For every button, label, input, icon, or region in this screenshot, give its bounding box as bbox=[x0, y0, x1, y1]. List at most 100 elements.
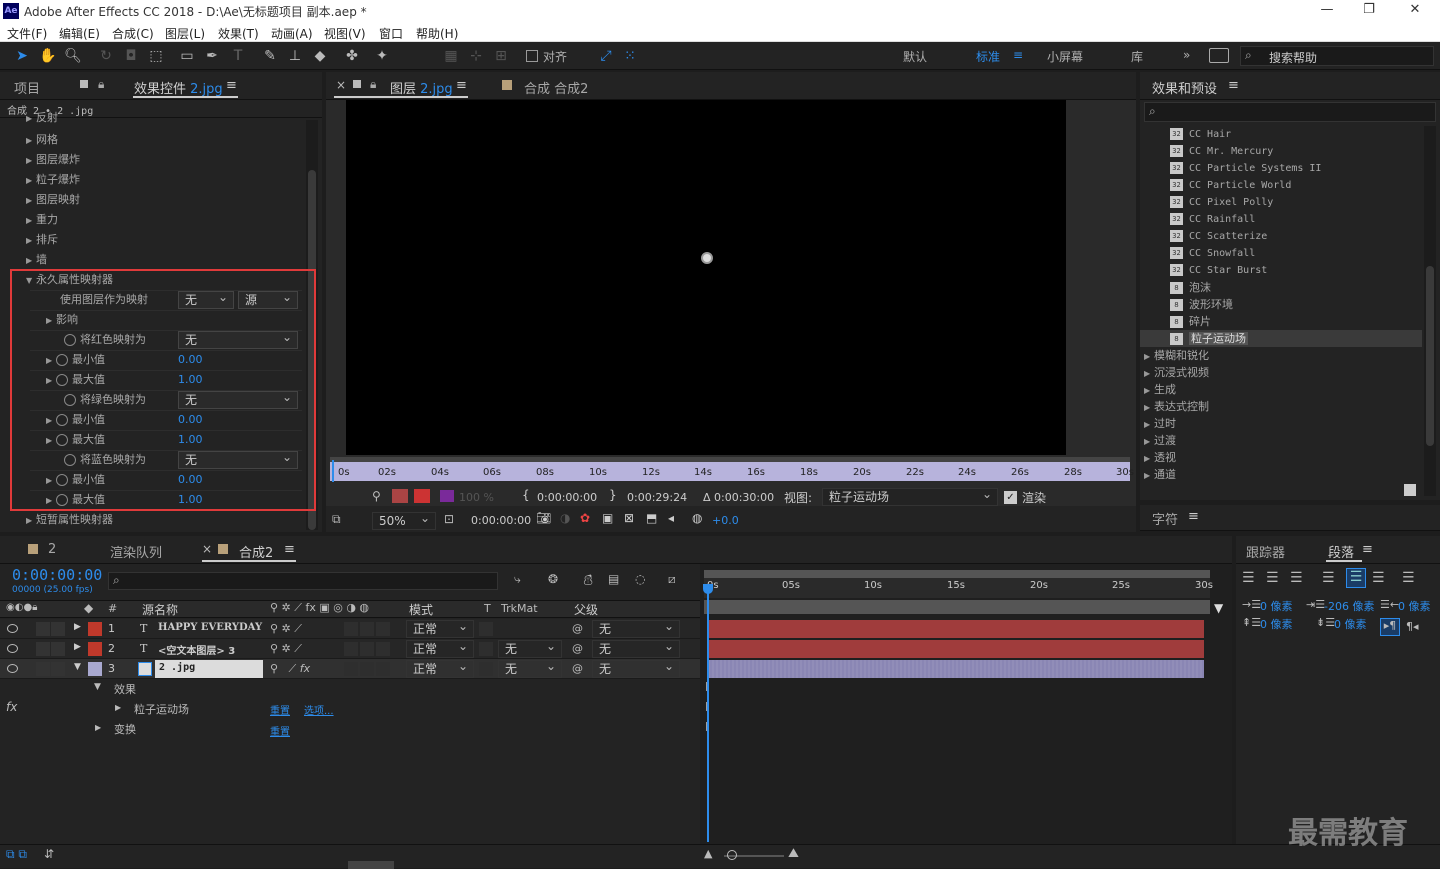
particle-playground-label[interactable]: 粒子运动场 bbox=[134, 701, 189, 717]
stopwatch-icon[interactable] bbox=[56, 354, 68, 366]
effect-item[interactable]: 32 CC Mr. Mercury bbox=[1170, 143, 1273, 160]
solo-switch[interactable] bbox=[36, 642, 50, 656]
solo-switch[interactable] bbox=[36, 662, 50, 676]
blend-mode-dropdown[interactable]: 正常 bbox=[406, 638, 474, 658]
menu-help[interactable]: 帮助(H) bbox=[416, 25, 458, 42]
pickwhip-icon[interactable]: @ bbox=[572, 622, 583, 635]
grid-icon[interactable]: ⊠ bbox=[624, 511, 634, 525]
draft-3d-icon[interactable]: ❂ bbox=[548, 572, 558, 586]
collapse-arrow-icon[interactable]: ▼ bbox=[94, 682, 101, 692]
category-blur[interactable]: ▶ 模糊和锐化 bbox=[1144, 347, 1209, 364]
set-out-icon[interactable]: } bbox=[609, 488, 617, 502]
new-folder-icon[interactable] bbox=[1404, 484, 1416, 496]
current-time-indicator[interactable] bbox=[707, 584, 709, 842]
switch-cell[interactable] bbox=[376, 662, 390, 676]
effect-item[interactable]: 32 CC Snowfall bbox=[1170, 245, 1255, 262]
zoom-out-icon[interactable]: ▲ bbox=[704, 847, 712, 860]
map-blue-dropdown[interactable]: 无 bbox=[178, 449, 298, 469]
timecode-display[interactable]: 0:00:00:00 bbox=[12, 566, 102, 584]
playhead[interactable] bbox=[332, 460, 334, 482]
category-transition[interactable]: ▶ 过渡 bbox=[1144, 432, 1176, 449]
stopwatch-icon[interactable] bbox=[56, 414, 68, 426]
switch-cell[interactable] bbox=[344, 662, 358, 676]
menu-edit[interactable]: 编辑(E) bbox=[59, 25, 100, 42]
red-min-value[interactable]: 0.00 bbox=[178, 350, 203, 370]
view-dropdown[interactable]: 粒子运动场 bbox=[822, 486, 998, 506]
tab-effect-controls[interactable]: 效果控件 2.jpg bbox=[134, 78, 223, 97]
justify-all-icon[interactable]: ☰ bbox=[1402, 570, 1415, 586]
menu-effect[interactable]: 效果(T) bbox=[218, 25, 259, 42]
reset-exposure-icon[interactable]: ◂ bbox=[668, 511, 674, 525]
transient-mapper-toggle[interactable]: ▶ 短暂属性映射器 bbox=[26, 510, 113, 530]
snap-feature-icon[interactable]: ⁙ bbox=[620, 46, 640, 66]
prop-layer-explode[interactable]: ▶ 图层爆炸 bbox=[26, 150, 80, 170]
category-perspective[interactable]: ▶ 透视 bbox=[1144, 449, 1176, 466]
scrollbar-track[interactable] bbox=[1424, 126, 1436, 496]
options-link[interactable]: 选项... bbox=[304, 702, 334, 717]
pickwhip-icon[interactable]: @ bbox=[572, 642, 583, 655]
blue-min-value[interactable]: 0.00 bbox=[178, 470, 203, 490]
effect-item[interactable]: 32 CC Hair bbox=[1170, 126, 1231, 143]
lock-switch[interactable] bbox=[51, 642, 65, 656]
stopwatch-icon[interactable] bbox=[64, 394, 76, 406]
col-trkmat[interactable]: TrkMat bbox=[501, 602, 538, 615]
layer-switches[interactable]: ⚲ ✲ ⟋ bbox=[270, 622, 302, 636]
green-max-value[interactable]: 1.00 bbox=[178, 430, 203, 450]
graph-editor-icon[interactable]: ⧄ bbox=[668, 572, 676, 587]
parent-dropdown[interactable]: 无 bbox=[592, 618, 680, 638]
tab-effects-presets[interactable]: 效果和预设 bbox=[1152, 78, 1217, 97]
layer-row[interactable]: ▶ 2 T <空文本图层> 3 ⚲ ✲ ⟋ 正常 无 @ 无 bbox=[0, 638, 700, 659]
close-button[interactable]: ✕ bbox=[1392, 2, 1438, 17]
sync-settings-icon[interactable] bbox=[1209, 48, 1229, 63]
stopwatch-icon[interactable] bbox=[56, 474, 68, 486]
layer-row[interactable]: ▶ 1 T HAPPY EVERYDAY ⚲ ✲ ⟋ 正常 @ 无 bbox=[0, 618, 700, 639]
layer-search-input[interactable]: ⌕ bbox=[108, 572, 498, 590]
hand-tool-icon[interactable]: ✋ bbox=[38, 46, 58, 66]
render-checkbox[interactable]: ✓ bbox=[1004, 491, 1017, 504]
tab-layer-viewer[interactable]: 图层 2.jpg bbox=[390, 78, 453, 97]
effect-item[interactable]: 32 CC Rainfall bbox=[1170, 211, 1255, 228]
work-area-bar[interactable] bbox=[330, 457, 1130, 462]
green-max-row[interactable]: ▶ 最大值 bbox=[46, 430, 105, 450]
map-red-dropdown[interactable]: 无 bbox=[178, 329, 298, 349]
workspace-default[interactable]: 默认 bbox=[903, 48, 927, 65]
blend-mode-dropdown[interactable]: 正常 bbox=[406, 658, 474, 678]
axis-world-icon[interactable]: ⊹ bbox=[466, 46, 486, 66]
lock-switch[interactable] bbox=[51, 662, 65, 676]
maximize-button[interactable]: ❐ bbox=[1346, 2, 1392, 17]
comp-mini-flowchart-icon[interactable]: ⤷ bbox=[514, 572, 521, 587]
menu-file[interactable]: 文件(F) bbox=[7, 25, 47, 42]
indent-left-value[interactable]: 0 像素 bbox=[1260, 598, 1293, 614]
green-min-value[interactable]: 0.00 bbox=[178, 410, 203, 430]
particle-cannon-point[interactable] bbox=[701, 252, 713, 264]
rtl-direction-icon[interactable]: ¶◂ bbox=[1406, 620, 1419, 633]
effect-item[interactable]: 8 碎片 bbox=[1170, 313, 1211, 330]
workspace-standard[interactable]: 标准 bbox=[976, 48, 1000, 65]
effect-item[interactable]: 8 波形环境 bbox=[1170, 296, 1233, 313]
space-before-value[interactable]: 0 像素 bbox=[1260, 616, 1293, 632]
effect-item[interactable]: 32 CC Pixel Polly bbox=[1170, 194, 1273, 211]
help-search-box[interactable]: ⌕ 搜索帮助 bbox=[1240, 46, 1434, 66]
red-min-row[interactable]: ▶ 最小值 bbox=[46, 350, 105, 370]
camera-tool-icon[interactable]: ◘ bbox=[121, 46, 141, 66]
category-channel[interactable]: ▶ 通道 bbox=[1144, 466, 1176, 483]
set-in-icon[interactable]: { bbox=[522, 488, 530, 502]
col-source-name[interactable]: 源名称 bbox=[142, 601, 178, 618]
menu-composition[interactable]: 合成(C) bbox=[112, 25, 154, 42]
layer-name[interactable]: <空文本图层> 3 bbox=[158, 642, 235, 657]
switch-cell[interactable] bbox=[376, 642, 390, 656]
in-time[interactable]: 0:00:00:00 bbox=[537, 491, 597, 504]
comp-marker-bin-icon[interactable]: ▼ bbox=[1214, 601, 1223, 615]
zoom-dropdown[interactable]: 50% bbox=[372, 510, 436, 530]
prop-wall[interactable]: ▶ 墙 bbox=[26, 250, 47, 270]
lock-switch[interactable] bbox=[51, 622, 65, 636]
playhead-handle[interactable] bbox=[703, 584, 713, 594]
layer-duration-bar[interactable] bbox=[708, 620, 1204, 638]
tab-comp-2[interactable]: 2 bbox=[48, 542, 56, 557]
visibility-eye-icon[interactable] bbox=[7, 644, 18, 653]
align-center-icon[interactable]: ☰ bbox=[1266, 570, 1279, 586]
current-time[interactable]: 0:00:00:00 bbox=[471, 514, 531, 527]
layer-label-color[interactable] bbox=[88, 622, 102, 636]
onion-skin-icon[interactable] bbox=[392, 489, 408, 503]
effects-search-input[interactable]: ⌕ bbox=[1144, 102, 1436, 122]
